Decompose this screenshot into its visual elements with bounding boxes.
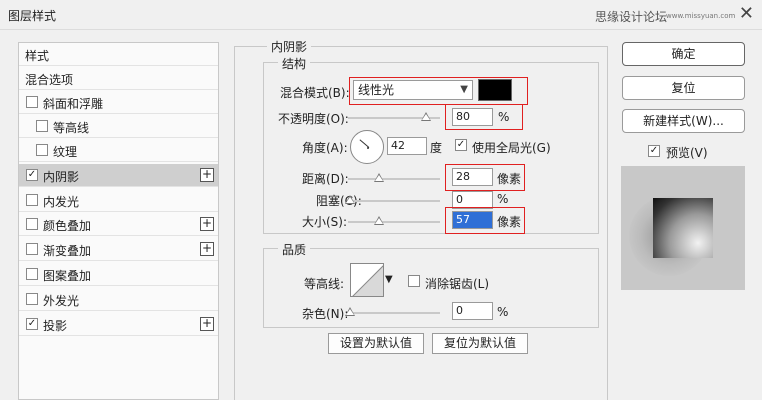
list-item-label: 纹理	[53, 145, 78, 159]
style-list-item-color-overlay[interactable]: 颜色叠加 +	[19, 213, 218, 236]
watermark-text: 思缘设计论坛	[595, 10, 668, 24]
global-light-label: 使用全局光(G)	[472, 141, 551, 155]
make-default-button[interactable]: 设置为默认值	[328, 333, 424, 354]
checkmark-icon[interactable]: ✓	[26, 169, 38, 181]
new-style-button[interactable]: 新建样式(W)...	[622, 109, 745, 133]
watermark-url: www.missyuan.com	[666, 12, 736, 20]
preview-swatch	[653, 198, 713, 258]
list-item-label: 投影	[43, 319, 68, 333]
checkbox[interactable]	[26, 293, 38, 305]
contour-preview[interactable]	[350, 263, 384, 297]
choke-unit: %	[497, 192, 509, 206]
contour-label: 等高线:	[304, 277, 345, 291]
checkbox[interactable]	[26, 218, 38, 230]
checkbox[interactable]	[36, 120, 48, 132]
angle-input[interactable]: 42	[387, 137, 427, 155]
list-item-label: 内发光	[43, 195, 80, 209]
reset-button[interactable]: 复位	[622, 76, 745, 100]
noise-slider-track[interactable]	[348, 312, 440, 314]
list-item-label: 样式	[25, 49, 50, 63]
noise-input[interactable]: 0	[452, 302, 493, 320]
checkmark-icon[interactable]: ✓	[26, 318, 38, 330]
size-label: 大小(S):	[302, 215, 348, 229]
noise-label: 杂色(N):	[302, 307, 349, 321]
opacity-label: 不透明度(O):	[278, 112, 349, 126]
size-slider-track[interactable]	[348, 221, 440, 223]
style-list-item-inner-glow[interactable]: 内发光	[19, 189, 218, 212]
distance-slider-track[interactable]	[348, 178, 440, 180]
style-preview	[621, 166, 745, 290]
plus-icon[interactable]: +	[200, 317, 214, 331]
window-title: 图层样式	[8, 9, 57, 23]
style-list-item-bevel-emboss[interactable]: 斜面和浮雕	[19, 91, 218, 114]
style-list-item-outer-glow[interactable]: 外发光	[19, 288, 218, 311]
structure-title: 结构	[278, 55, 311, 72]
size-slider-thumb[interactable]	[374, 216, 384, 225]
highlight-box	[445, 164, 525, 191]
angle-label: 角度(A):	[302, 141, 348, 155]
opacity-slider-thumb[interactable]	[421, 112, 431, 121]
noise-slider-thumb[interactable]	[345, 307, 355, 316]
checkmark-icon[interactable]: ✓	[455, 139, 467, 151]
chevron-down-icon[interactable]: ▼	[385, 274, 393, 285]
antialias-checkbox[interactable]	[408, 275, 420, 287]
noise-unit: %	[497, 305, 509, 319]
highlight-box	[445, 104, 523, 130]
title-bar: 图层样式 思缘设计论坛 www.missyuan.com ✕	[0, 0, 762, 30]
checkbox[interactable]	[26, 243, 38, 255]
antialias-label: 消除锯齿(L)	[425, 277, 490, 291]
reset-default-button[interactable]: 复位为默认值	[432, 333, 528, 354]
highlight-box	[349, 77, 528, 105]
list-item-label: 图案叠加	[43, 269, 92, 283]
style-list-item-styles[interactable]: 样式	[19, 43, 218, 66]
list-item-label: 混合选项	[25, 73, 74, 87]
list-item-label: 内阴影	[43, 170, 80, 184]
quality-title: 品质	[278, 241, 311, 258]
list-item-label: 外发光	[43, 294, 80, 308]
checkbox[interactable]	[26, 194, 38, 206]
style-list: 样式 混合选项 斜面和浮雕 等高线 纹理 ✓ 内阴影 + 内发光 颜色叠加 + …	[18, 42, 219, 400]
style-list-item-blending-options[interactable]: 混合选项	[19, 67, 218, 90]
plus-icon[interactable]: +	[200, 242, 214, 256]
style-list-item-texture[interactable]: 纹理	[19, 139, 218, 162]
angle-dial-needle	[359, 139, 370, 148]
blend-mode-label: 混合模式(B):	[280, 86, 350, 100]
checkbox[interactable]	[26, 96, 38, 108]
distance-slider-thumb[interactable]	[374, 173, 384, 182]
checkbox[interactable]	[36, 144, 48, 156]
list-item-label: 等高线	[53, 121, 90, 135]
checkbox[interactable]	[26, 268, 38, 280]
preview-label: 预览(V)	[666, 146, 708, 160]
choke-slider-track[interactable]	[348, 200, 440, 202]
style-list-item-inner-shadow[interactable]: ✓ 内阴影 +	[19, 164, 218, 187]
style-list-item-contour[interactable]: 等高线	[19, 115, 218, 138]
style-list-item-gradient-overlay[interactable]: 渐变叠加 +	[19, 238, 218, 261]
list-item-label: 颜色叠加	[43, 219, 92, 233]
angle-unit: 度	[430, 141, 443, 155]
choke-slider-thumb[interactable]	[345, 195, 355, 204]
angle-dial[interactable]	[350, 130, 384, 164]
distance-label: 距离(D):	[302, 172, 349, 186]
list-item-label: 渐变叠加	[43, 244, 92, 258]
plus-icon[interactable]: +	[200, 217, 214, 231]
checkmark-icon[interactable]: ✓	[648, 145, 660, 157]
ok-button[interactable]: 确定	[622, 42, 745, 66]
inner-shadow-title: 内阴影	[267, 38, 312, 55]
plus-icon[interactable]: +	[200, 168, 214, 182]
close-icon[interactable]: ✕	[739, 3, 754, 24]
style-list-item-drop-shadow[interactable]: ✓ 投影 +	[19, 313, 218, 336]
list-item-label: 斜面和浮雕	[43, 97, 104, 111]
style-list-item-pattern-overlay[interactable]: 图案叠加	[19, 263, 218, 286]
contour-curve	[352, 265, 383, 296]
highlight-box	[445, 207, 525, 234]
